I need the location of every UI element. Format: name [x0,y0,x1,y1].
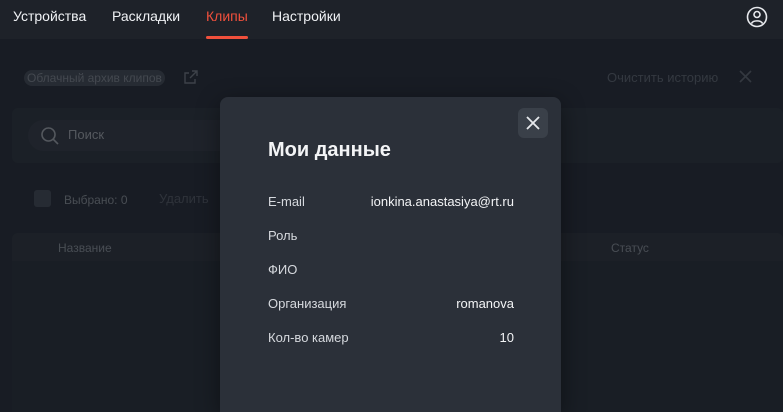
organization-label: Организация [268,296,347,311]
dialog-title: Мои данные [268,139,391,161]
camera-count-label: Кол-во камер [268,330,349,345]
camera-count-value: 10 [499,330,514,345]
close-icon [526,116,540,130]
tab-clips[interactable]: Клипы [206,8,248,24]
organization-value: romanova [456,296,514,311]
tab-settings[interactable]: Настройки [272,8,341,24]
role-label: Роль [268,228,298,243]
full-name-label: ФИО [268,262,298,277]
user-circle-icon[interactable] [746,6,768,28]
my-data-dialog: Мои данные E-mail ionkina.anastasiya@rt.… [220,97,561,412]
tab-layouts[interactable]: Раскладки [112,8,180,24]
tab-devices[interactable]: Устройства [13,8,86,24]
close-button[interactable] [518,108,548,138]
email-value: ionkina.anastasiya@rt.ru [370,194,514,209]
top-nav: Устройства Раскладки Клипы Настройки [0,0,783,39]
email-label: E-mail [268,194,305,209]
